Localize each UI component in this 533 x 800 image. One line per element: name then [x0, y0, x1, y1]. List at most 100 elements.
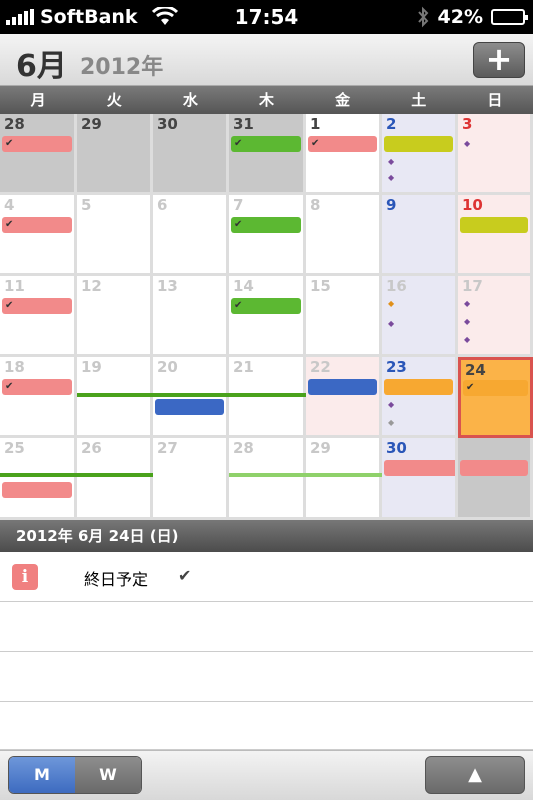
day-cell[interactable]: 6 — [153, 195, 229, 276]
event-chip[interactable] — [460, 460, 528, 476]
event-chip[interactable] — [384, 379, 453, 395]
day-cell-selected[interactable]: 24 — [458, 357, 533, 438]
event-chip[interactable] — [155, 399, 224, 415]
status-right: 42% — [416, 6, 528, 28]
day-cell[interactable]: 30 — [382, 438, 458, 520]
weekday-label: 木 — [258, 91, 274, 109]
span-event-bar[interactable] — [0, 473, 153, 477]
day-cell[interactable]: 26 — [77, 438, 153, 520]
day-cell[interactable]: 30 — [153, 114, 229, 195]
event-chip[interactable] — [308, 379, 377, 395]
day-number: 21 — [233, 358, 254, 376]
span-event-bar[interactable] — [77, 393, 306, 397]
day-number: 3 — [462, 115, 473, 133]
event-line[interactable] — [464, 138, 528, 152]
day-number: 9 — [386, 196, 397, 214]
day-cell[interactable]: 10 — [458, 195, 533, 276]
day-number: 12 — [81, 277, 102, 295]
up-arrow-button[interactable]: ▲ — [425, 756, 525, 794]
day-number: 29 — [310, 439, 331, 457]
day-cell[interactable]: 4 — [0, 195, 77, 276]
day-cell[interactable]: 5 — [77, 195, 153, 276]
event-chip[interactable] — [2, 217, 72, 233]
event-chip[interactable] — [2, 379, 72, 395]
event-chip[interactable] — [460, 217, 528, 233]
day-cell[interactable]: 7 — [229, 195, 306, 276]
day-number: 7 — [233, 196, 244, 214]
event-chip[interactable] — [308, 136, 377, 152]
event-chip[interactable] — [2, 298, 72, 314]
event-line[interactable] — [388, 172, 453, 186]
event-list: i 終日予定 ✔ — [0, 552, 533, 750]
month-view-button[interactable]: M — [9, 757, 75, 793]
day-number: 30 — [386, 439, 407, 457]
day-cell[interactable]: 23 — [382, 357, 458, 438]
event-line[interactable] — [464, 334, 528, 348]
event-chip[interactable] — [231, 136, 301, 152]
day-cell[interactable]: 28 — [229, 438, 306, 520]
day-cell[interactable]: 1 — [306, 114, 382, 195]
day-cell[interactable]: 21 — [229, 357, 306, 438]
day-cell[interactable]: 18 — [0, 357, 77, 438]
day-number: 18 — [4, 358, 25, 376]
day-cell[interactable]: 3 — [458, 114, 533, 195]
event-chip[interactable] — [463, 380, 528, 396]
event-line[interactable] — [388, 399, 453, 413]
day-number: 1 — [462, 439, 473, 457]
event-chip[interactable] — [231, 217, 301, 233]
day-cell[interactable]: 25 — [0, 438, 77, 520]
day-cell[interactable]: 12 — [77, 276, 153, 357]
bluetooth-icon — [417, 6, 428, 28]
day-cell[interactable]: 2 — [382, 114, 458, 195]
day-cell[interactable]: 20 — [153, 357, 229, 438]
day-cell[interactable]: 29 — [306, 438, 382, 520]
event-chip[interactable] — [2, 136, 72, 152]
day-cell[interactable]: 1 — [458, 438, 533, 520]
day-cell[interactable]: 16 — [382, 276, 458, 357]
event-line[interactable] — [464, 298, 528, 312]
day-number: 10 — [462, 196, 483, 214]
event-line[interactable] — [388, 298, 453, 312]
event-row[interactable]: i 終日予定 ✔ — [0, 552, 533, 602]
day-number: 6 — [157, 196, 168, 214]
day-cell[interactable]: 11 — [0, 276, 77, 357]
event-chip[interactable] — [384, 460, 455, 476]
event-line[interactable] — [388, 417, 453, 431]
span-event-label[interactable] — [0, 458, 153, 472]
calendar-header: 6月 2012年 + — [0, 34, 533, 86]
day-cell[interactable]: 17 — [458, 276, 533, 357]
day-cell[interactable]: 13 — [153, 276, 229, 357]
day-cell[interactable]: 28 — [0, 114, 77, 195]
event-line[interactable] — [388, 156, 453, 170]
day-cell[interactable]: 14 — [229, 276, 306, 357]
day-number: 28 — [4, 115, 25, 133]
weekday-label: 水 — [182, 91, 198, 109]
day-number: 16 — [386, 277, 407, 295]
day-number: 23 — [386, 358, 407, 376]
day-cell[interactable]: 15 — [306, 276, 382, 357]
day-number: 13 — [157, 277, 178, 295]
day-number: 2 — [386, 115, 397, 133]
event-chip[interactable] — [231, 298, 301, 314]
span-event-label[interactable] — [155, 376, 227, 390]
day-number: 24 — [465, 361, 486, 379]
day-number: 19 — [81, 358, 102, 376]
day-number: 30 — [157, 115, 178, 133]
span-event-label[interactable] — [229, 458, 382, 472]
day-cell[interactable]: 19 — [77, 357, 153, 438]
span-event-bar[interactable] — [229, 473, 382, 477]
day-cell[interactable]: 31 — [229, 114, 306, 195]
week-view-button[interactable]: W — [75, 757, 141, 793]
day-cell[interactable]: 29 — [77, 114, 153, 195]
add-event-button[interactable]: + — [473, 42, 525, 78]
event-chip[interactable] — [2, 482, 72, 498]
day-cell[interactable]: 9 — [382, 195, 458, 276]
day-cell[interactable]: 8 — [306, 195, 382, 276]
day-cell[interactable]: 22 — [306, 357, 382, 438]
event-chip[interactable] — [384, 136, 453, 152]
day-number: 25 — [4, 439, 25, 457]
event-line[interactable] — [464, 316, 528, 330]
event-title: ✔ — [178, 566, 191, 585]
day-cell[interactable]: 27 — [153, 438, 229, 520]
event-line[interactable] — [388, 318, 453, 332]
